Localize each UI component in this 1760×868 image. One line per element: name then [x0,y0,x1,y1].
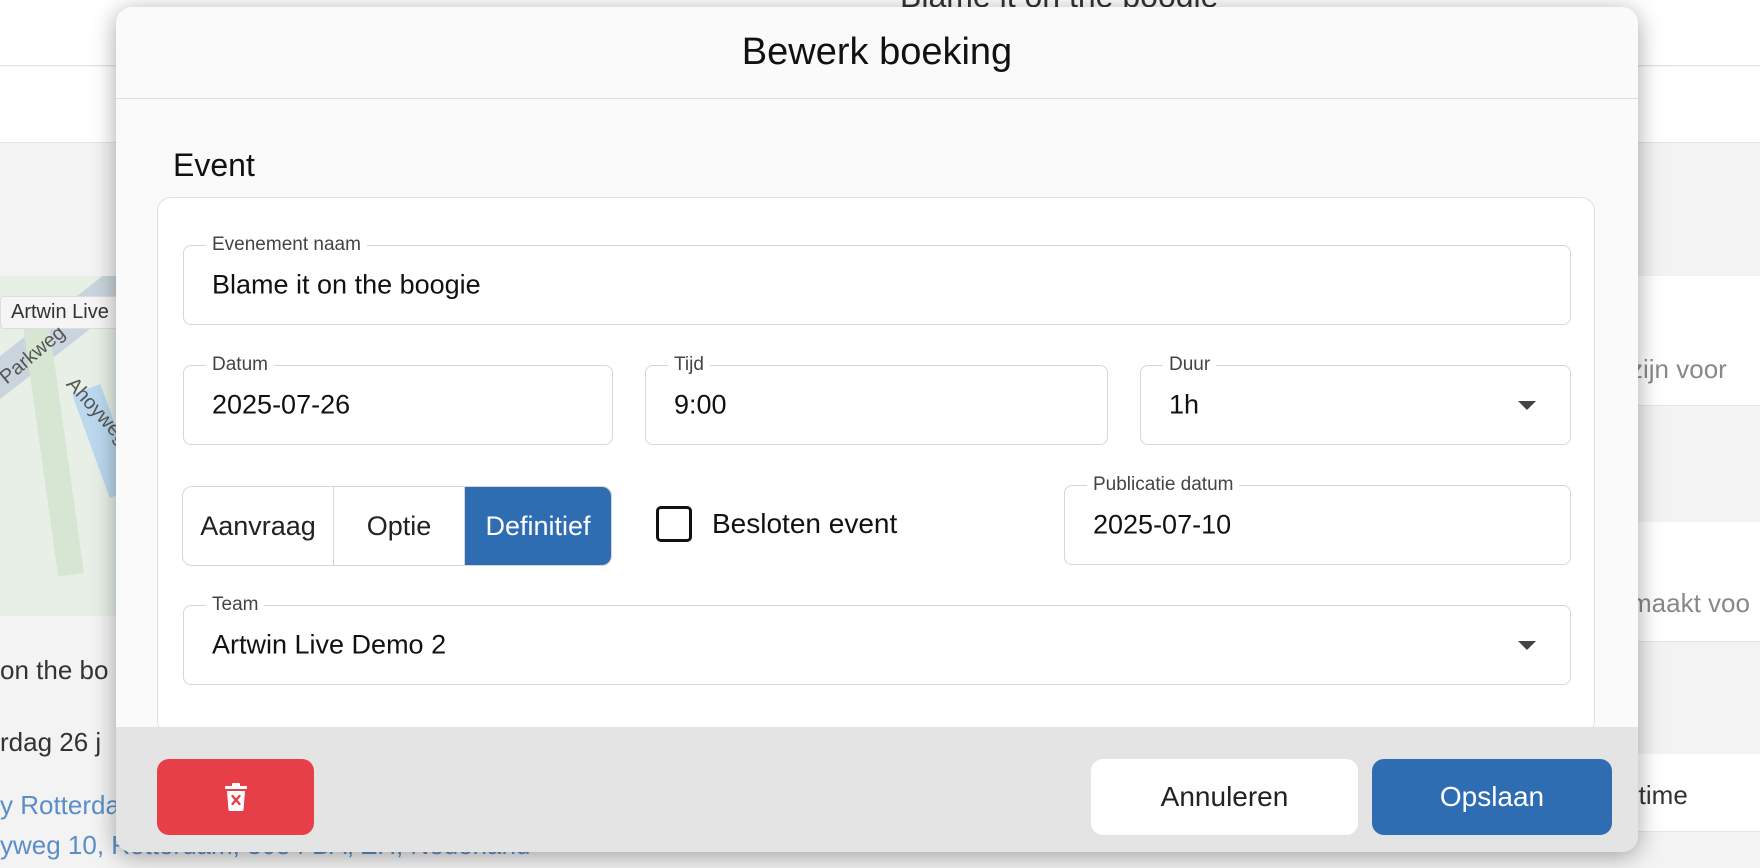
section-title: Event [173,147,255,183]
field-label: Datum [206,354,274,376]
status-option-optie[interactable]: Optie [334,487,465,565]
background-venue-link[interactable]: y Rotterda [0,790,120,821]
closed-event-label[interactable]: Besloten event [712,508,897,540]
field-value: Artwin Live Demo 2 [212,629,447,660]
background-event-date: rdag 26 j [0,727,102,757]
edit-booking-modal: Bewerk boeking Event Evenement naam Blam… [116,7,1638,852]
background-right-row [1630,522,1760,642]
background-right-text: zijn voor [1630,354,1727,384]
status-segmented-control: Aanvraag Optie Definitief [182,486,612,566]
status-option-aanvraag[interactable]: Aanvraag [183,487,334,565]
background-right-text: rtime [1630,780,1688,810]
field-value: 2025-07-26 [212,389,351,420]
background-right-row [1630,276,1760,406]
field-label: Publicatie datum [1087,474,1240,496]
trash-icon [224,783,247,811]
field-value: Blame it on the boogie [212,269,481,300]
background-right-text: maakt voo [1630,588,1750,618]
modal-title: Bewerk boeking [741,31,1013,73]
chevron-down-icon [1518,401,1536,410]
team-select[interactable]: Team Artwin Live Demo 2 [183,594,1571,685]
status-option-definitief[interactable]: Definitief [465,487,611,565]
chevron-down-icon [1518,641,1536,650]
publication-date-field[interactable]: Publicatie datum 2025-07-10 [1064,474,1571,565]
save-button[interactable]: Opslaan [1372,759,1612,835]
field-value: 1h [1169,389,1200,420]
closed-event-checkbox[interactable] [656,506,692,542]
field-label: Duur [1163,354,1217,376]
field-value: 2025-07-10 [1093,509,1232,540]
duration-select[interactable]: Duur 1h [1140,354,1571,445]
map-location-chip[interactable]: Artwin Live [0,296,120,329]
field-label: Evenement naam [206,234,367,256]
background-event-name: on the bo [0,655,109,685]
modal-header: Bewerk boeking [116,7,1638,99]
cancel-button[interactable]: Annuleren [1091,759,1358,835]
field-label: Team [206,594,265,616]
field-label: Tijd [668,354,710,376]
field-value: 9:00 [674,389,727,420]
event-card: Evenement naam Blame it on the boogie Da… [157,197,1595,735]
date-field[interactable]: Datum 2025-07-26 [183,354,613,445]
time-field[interactable]: Tijd 9:00 [645,354,1108,445]
modal-footer: Annuleren Opslaan [116,727,1638,852]
delete-button[interactable] [157,759,314,835]
closed-event-checkbox-wrap[interactable]: Besloten event [656,506,897,542]
event-name-field[interactable]: Evenement naam Blame it on the boogie [183,234,1571,325]
